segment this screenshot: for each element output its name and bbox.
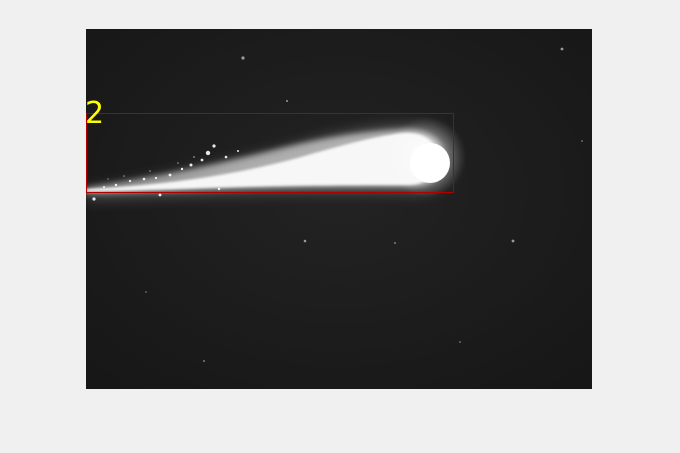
- meteor-image: [86, 29, 592, 389]
- night-sky: [86, 29, 592, 389]
- image-axes: [86, 29, 592, 389]
- figure-window: 2: [0, 0, 680, 453]
- detection-label: 2: [85, 96, 105, 131]
